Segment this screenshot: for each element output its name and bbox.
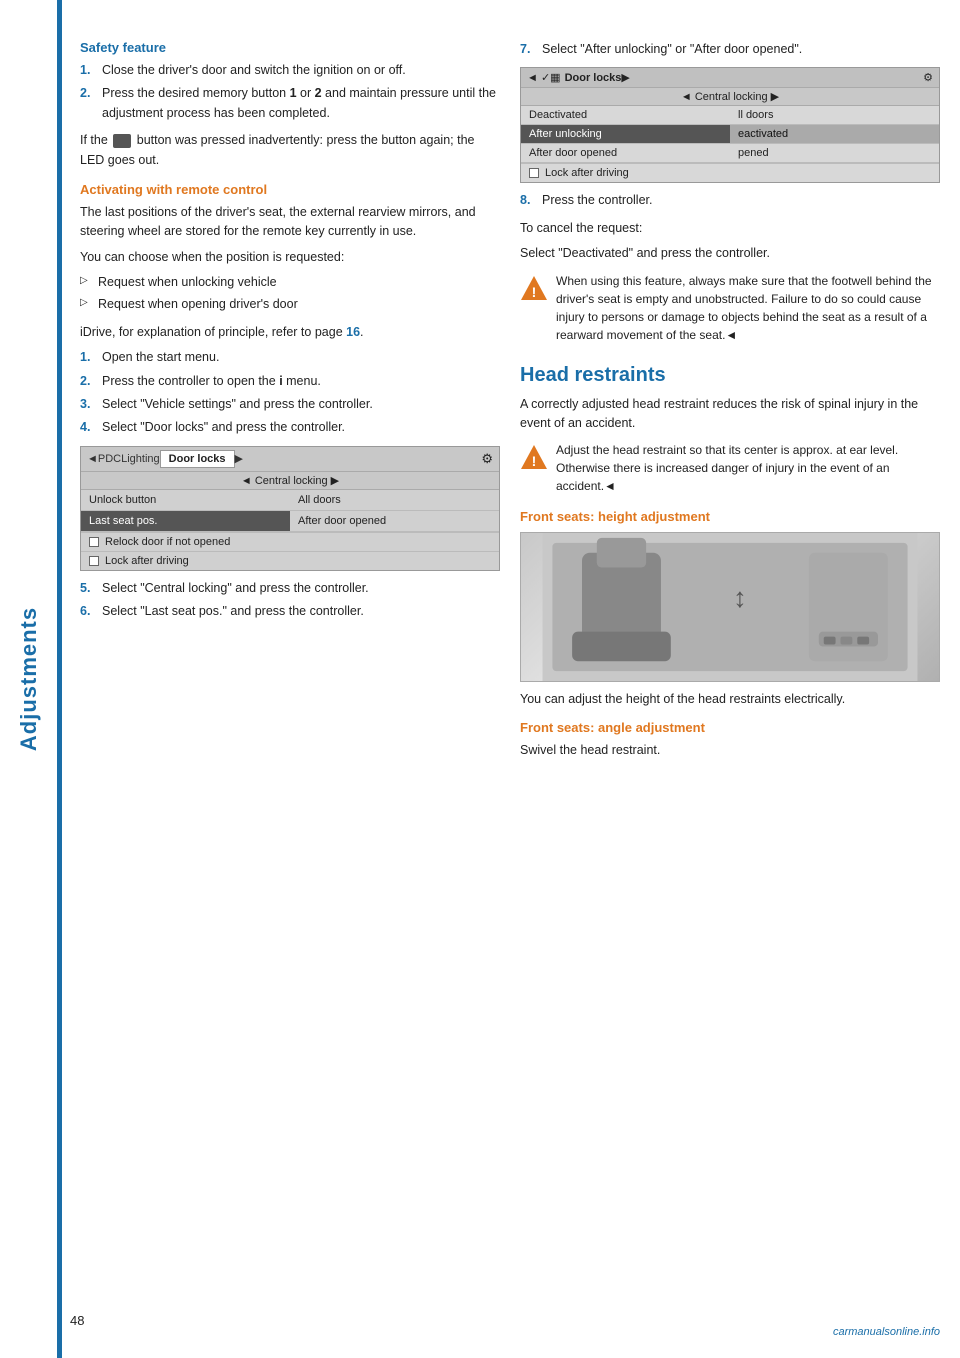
safety-feature-title: Safety feature <box>80 40 500 55</box>
step-num-1: 1. <box>80 61 90 80</box>
act-step-3: 3. Select "Vehicle settings" and press t… <box>80 395 500 414</box>
menu-screenshot-1: ◄ PDC Lighting Door locks ▶ ⚙ ◄ Central … <box>80 446 500 571</box>
seat-image: ↕ <box>520 532 940 682</box>
cancel-instruction: Select "Deactivated" and press the contr… <box>520 244 940 263</box>
menu-row-relock: Relock door if not opened <box>81 532 499 551</box>
menu-grid-1: Unlock button All doors Last seat pos. A… <box>81 490 499 532</box>
right-step-8: 8. Press the controller. <box>520 191 940 210</box>
activating-intro: The last positions of the driver's seat,… <box>80 203 500 242</box>
menu2-afterdoor: After door opened <box>521 144 730 163</box>
svg-text:!: ! <box>532 453 537 469</box>
warning-text-2: Adjust the head restraint so that its ce… <box>556 441 940 495</box>
activating-choose: You can choose when the position is requ… <box>80 248 500 267</box>
safety-feature-steps: 1. Close the driver's door and switch th… <box>80 61 500 123</box>
menu-cell-alldoors: All doors <box>290 490 499 511</box>
activating-section: Activating with remote control The last … <box>80 182 500 622</box>
menu2-deactivated: Deactivated <box>521 106 730 125</box>
menu2-lock-row: Lock after driving <box>521 163 939 182</box>
right-step-7: 7. Select "After unlocking" or "After do… <box>520 40 940 59</box>
warning-box-1: ! When using this feature, always make s… <box>520 272 940 350</box>
front-height-title: Front seats: height adjustment <box>520 509 940 524</box>
act-step-1: 1. Open the start menu. <box>80 348 500 367</box>
head-restraints-section: Head restraints A correctly adjusted hea… <box>520 364 940 761</box>
bullet-1: Request when unlocking vehicle <box>80 273 500 292</box>
sidebar-label: Adjustments <box>16 607 42 751</box>
main-content: Safety feature 1. Close the driver's doo… <box>60 0 960 1358</box>
cancel-note: To cancel the request: <box>520 219 940 238</box>
tab-door-locks: Door locks <box>160 450 235 468</box>
right-menu-top: ◄ ✓▦ Door locks ▶ ⚙ <box>521 68 939 88</box>
idrive-ref: iDrive, for explanation of principle, re… <box>80 323 500 342</box>
menu-cell-unlock: Unlock button <box>81 490 290 511</box>
menu2-door-locks: Door locks <box>565 72 622 84</box>
page-number: 48 <box>70 1313 84 1328</box>
warning-icon-2: ! <box>520 443 548 471</box>
safety-step-1: 1. Close the driver's door and switch th… <box>80 61 500 80</box>
svg-text:↕: ↕ <box>733 582 747 613</box>
menu-cell-afterdoor: After door opened <box>290 511 499 532</box>
right-menu-center: ◄ Central locking ▶ <box>521 88 939 106</box>
safety-feature-section: Safety feature 1. Close the driver's doo… <box>80 40 500 170</box>
safety-step-2: 2. Press the desired memory button 1 or … <box>80 84 500 123</box>
step-7: 7. Select "After unlocking" or "After do… <box>520 40 940 59</box>
bullet-2: Request when opening driver's door <box>80 295 500 314</box>
page-container: Adjustments Safety feature 1. Close the … <box>0 0 960 1358</box>
left-column: Safety feature 1. Close the driver's doo… <box>80 40 500 1318</box>
tab-lighting: Lighting <box>121 453 160 465</box>
page-ref: 16 <box>346 325 360 339</box>
front-height-text: You can adjust the height of the head re… <box>520 690 940 709</box>
menu2-settings-icon: ⚙ <box>923 71 933 84</box>
sidebar: Adjustments <box>0 0 60 1358</box>
menu-screenshot-2: ◄ ✓▦ Door locks ▶ ⚙ ◄ Central locking ▶ … <box>520 67 940 183</box>
inadvertent-note: If the button was pressed inadvertently:… <box>80 131 500 170</box>
menu-top-bar-1: ◄ PDC Lighting Door locks ▶ ⚙ <box>81 447 499 472</box>
menu2-alldoors: ll doors <box>730 106 939 125</box>
tab-pdc: PDC <box>98 453 121 465</box>
bottom-logo: carmanualsonline.info <box>833 1326 940 1338</box>
checkbox-lock2 <box>529 168 539 178</box>
act-step-2: 2. Press the controller to open the i me… <box>80 372 500 391</box>
right-column: 7. Select "After unlocking" or "After do… <box>520 40 940 1318</box>
activating-bullets: Request when unlocking vehicle Request w… <box>80 273 500 315</box>
menu2-afterunlocking: After unlocking <box>521 125 730 144</box>
warning-box-2: ! Adjust the head restraint so that its … <box>520 441 940 501</box>
checkbox-lock <box>89 556 99 566</box>
menu2-eactivated: eactivated <box>730 125 939 144</box>
right-menu-grid: Deactivated ll doors After unlocking eac… <box>521 106 939 163</box>
menu-row-lock: Lock after driving <box>81 551 499 570</box>
warning-icon-1: ! <box>520 274 548 302</box>
svg-text:!: ! <box>532 284 537 300</box>
menu-center-1: ◄ Central locking ▶ <box>81 472 499 490</box>
seat-illustration: ↕ <box>521 533 939 681</box>
menu-cell-lastseat: Last seat pos. <box>81 511 290 532</box>
checkbox-relock <box>89 537 99 547</box>
warning-text-1: When using this feature, always make sur… <box>556 272 940 344</box>
act-step-4: 4. Select "Door locks" and press the con… <box>80 418 500 437</box>
step-8: 8. Press the controller. <box>520 191 940 210</box>
head-restraints-title: Head restraints <box>520 364 940 387</box>
activating-title: Activating with remote control <box>80 182 500 197</box>
front-angle-text: Swivel the head restraint. <box>520 741 940 760</box>
act-step-5: 5. Select "Central locking" and press th… <box>80 579 500 598</box>
front-angle-title: Front seats: angle adjustment <box>520 720 940 735</box>
activating-steps-cont: 5. Select "Central locking" and press th… <box>80 579 500 622</box>
menu2-pened: pened <box>730 144 939 163</box>
activating-steps: 1. Open the start menu. 2. Press the con… <box>80 348 500 438</box>
head-restraints-intro: A correctly adjusted head restraint redu… <box>520 395 940 434</box>
step-num-2: 2. <box>80 84 90 103</box>
menu-settings-icon: ⚙ <box>481 451 493 467</box>
act-step-6: 6. Select "Last seat pos." and press the… <box>80 602 500 621</box>
